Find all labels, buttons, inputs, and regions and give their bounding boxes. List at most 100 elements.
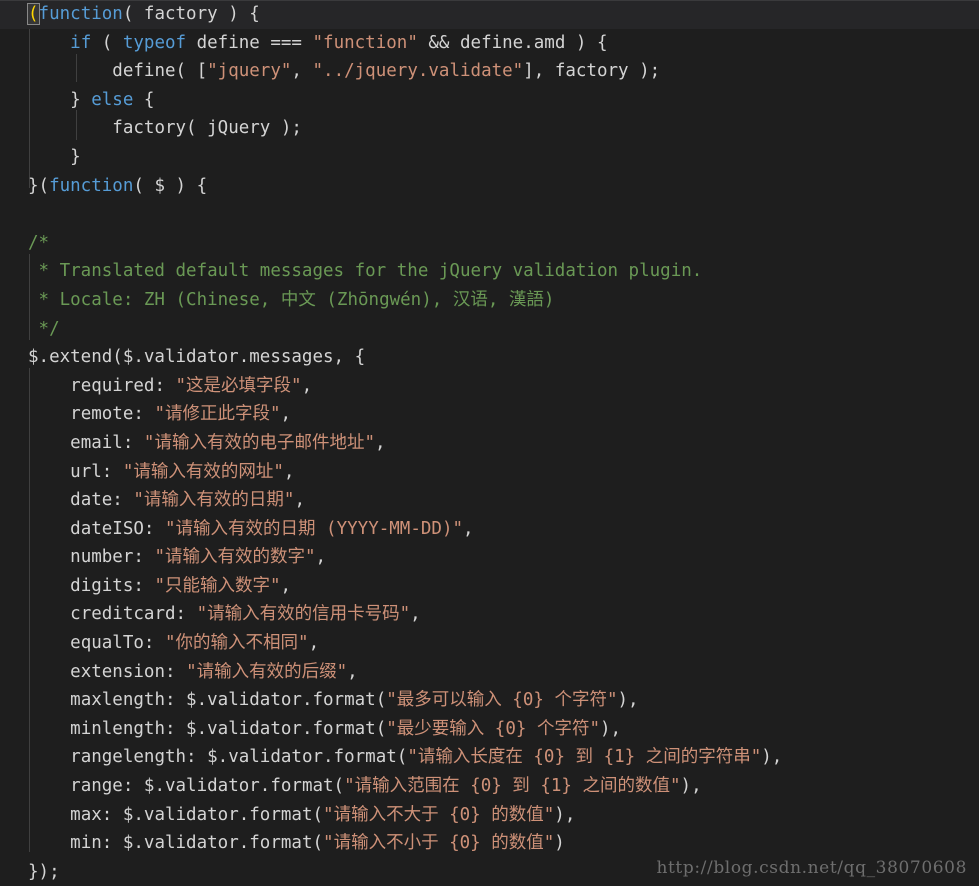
code-line-8-blank[interactable]	[0, 200, 979, 229]
token-max-value: "请输入不大于 {0} 的数值"	[323, 804, 555, 825]
token-typeof-keyword: typeof	[122, 32, 187, 53]
code-line-4[interactable]: } else {	[0, 86, 979, 115]
token-range-value: "请输入范围在 {0} 到 {1} 之间的数值"	[344, 776, 681, 797]
token-line2-b: define ===	[186, 32, 313, 53]
code-line-number[interactable]: number: "请输入有效的数字",	[0, 543, 979, 572]
token-min-value: "请输入不小于 {0} 的数值"	[323, 833, 555, 854]
token-email-value: "请输入有效的电子邮件地址"	[143, 432, 375, 453]
code-line-maxlength[interactable]: maxlength: $.validator.format("最多可以输入 {0…	[0, 686, 979, 715]
code-line-dateiso[interactable]: dateISO: "请输入有效的日期 (YYYY-MM-DD)",	[0, 515, 979, 544]
token-dateiso-comma: ,	[463, 518, 474, 539]
token-line5: factory( jQuery );	[112, 118, 302, 139]
code-line-6[interactable]: }	[0, 143, 979, 172]
code-line-rangelength[interactable]: rangelength: $.validator.format("请输入长度在 …	[0, 743, 979, 772]
token-dateiso-key: dateISO:	[70, 518, 165, 539]
code-line-url[interactable]: url: "请输入有效的网址",	[0, 458, 979, 487]
token-extend-call: $.extend($.validator.messages, {	[28, 347, 366, 368]
token-line1-rest: ( factory ) {	[122, 4, 260, 24]
token-line2-c: && define.amd ) {	[417, 32, 608, 53]
token-creditcard-value: "请输入有效的信用卡号码"	[196, 604, 411, 625]
token-minlength-key: minlength: $.validator.format(	[70, 718, 387, 739]
code-line-10[interactable]: * Translated default messages for the jQ…	[0, 257, 979, 286]
token-line6: }	[70, 146, 81, 167]
token-maxlength-close: ),	[617, 690, 639, 711]
code-line-max[interactable]: max: $.validator.format("请输入不大于 {0} 的数值"…	[0, 801, 979, 830]
code-line-date[interactable]: date: "请输入有效的日期",	[0, 486, 979, 515]
token-creditcard-comma: ,	[410, 604, 421, 625]
code-line-7[interactable]: }(function( $ ) {	[0, 172, 979, 201]
code-line-11[interactable]: * Locale: ZH (Chinese, 中文 (Zhōngwén), 汉语…	[0, 286, 979, 315]
token-digits-key: digits:	[70, 575, 155, 596]
code-line-creditcard[interactable]: creditcard: "请输入有效的信用卡号码",	[0, 600, 979, 629]
token-remote-value: "请修正此字段"	[154, 404, 281, 425]
token-max-close: ),	[554, 804, 576, 825]
code-line-equalto[interactable]: equalTo: "你的输入不相同",	[0, 629, 979, 658]
token-minlength-value: "最少要输入 {0} 个字符"	[386, 718, 600, 739]
code-editor[interactable]: (function( factory ) { if ( typeof defin…	[0, 0, 979, 886]
token-number-key: number:	[70, 547, 155, 568]
token-dateiso-value: "请输入有效的日期 (YYYY-MM-DD)"	[164, 518, 464, 539]
code-line-13[interactable]: $.extend($.validator.messages, {	[0, 343, 979, 372]
token-extension-comma: ,	[347, 661, 358, 682]
token-email-comma: ,	[375, 432, 386, 453]
token-range-key: range: $.validator.format(	[70, 776, 345, 797]
code-line-range[interactable]: range: $.validator.format("请输入范围在 {0} 到 …	[0, 772, 979, 801]
code-line-12[interactable]: */	[0, 315, 979, 344]
code-line-minlength[interactable]: minlength: $.validator.format("最少要输入 {0}…	[0, 715, 979, 744]
token-jquery-string: "jquery"	[207, 61, 292, 82]
token-line7-a: }(	[28, 175, 50, 196]
token-rangelength-close: ),	[761, 747, 783, 768]
token-url-value: "请输入有效的网址"	[122, 461, 284, 482]
code-line-email[interactable]: email: "请输入有效的电子邮件地址",	[0, 429, 979, 458]
code-line-2[interactable]: if ( typeof define === "function" && def…	[0, 29, 979, 58]
token-comment-locale: * Locale: ZH (Chinese, 中文 (Zhōngwén), 汉语…	[28, 289, 555, 310]
code-line-required[interactable]: required: "这是必填字段",	[0, 372, 979, 401]
token-equalto-key: equalTo:	[70, 633, 165, 654]
code-lines[interactable]: (function( factory ) { if ( typeof defin…	[0, 0, 979, 886]
token-date-key: date:	[70, 490, 134, 511]
token-date-value: "请输入有效的日期"	[133, 490, 295, 511]
token-comment-close: */	[28, 318, 60, 339]
watermark-url: http://blog.csdn.net/qq_38070608	[656, 858, 967, 878]
token-line3-a: define( [	[112, 61, 208, 82]
token-min-close: )	[554, 833, 565, 854]
token-open-paren: (	[27, 3, 40, 25]
token-digits-comma: ,	[280, 575, 292, 596]
token-line7-b: ( $ ) {	[133, 175, 208, 196]
code-line-3[interactable]: define( ["jquery", "../jquery.validate"]…	[0, 57, 979, 86]
token-extension-value: "请输入有效的后缀"	[186, 661, 348, 682]
token-function-keyword-2: function	[49, 175, 134, 196]
token-validate-path-string: "../jquery.validate"	[312, 61, 524, 82]
code-line-5[interactable]: factory( jQuery );	[0, 114, 979, 143]
token-equalto-comma: ,	[308, 633, 320, 654]
token-required-comma: ,	[301, 375, 313, 396]
code-line-remote[interactable]: remote: "请修正此字段",	[0, 400, 979, 429]
token-min-key: min: $.validator.format(	[70, 833, 324, 854]
token-date-comma: ,	[294, 490, 305, 511]
token-required-key: required:	[70, 375, 176, 396]
token-line3-c: ], factory );	[523, 61, 661, 82]
token-required-value: "这是必填字段"	[175, 375, 302, 396]
token-number-value: "请输入有效的数字"	[154, 547, 316, 568]
code-line-9[interactable]: /*	[0, 229, 979, 258]
token-remote-comma: ,	[280, 404, 292, 425]
token-extension-key: extension:	[70, 661, 187, 682]
token-end: });	[28, 861, 60, 882]
token-line4-a: }	[70, 89, 92, 110]
token-line3-b: ,	[291, 61, 313, 82]
code-line-min[interactable]: min: $.validator.format("请输入不小于 {0} 的数值"…	[0, 829, 979, 858]
token-url-key: url:	[70, 461, 123, 482]
token-maxlength-key: maxlength: $.validator.format(	[70, 690, 387, 711]
code-line-extension[interactable]: extension: "请输入有效的后缀",	[0, 658, 979, 687]
code-line-digits[interactable]: digits: "只能输入数字",	[0, 572, 979, 601]
token-line4-b: {	[133, 89, 155, 110]
code-line-1[interactable]: (function( factory ) {	[0, 0, 979, 29]
token-comment-open: /*	[28, 232, 50, 253]
token-max-key: max: $.validator.format(	[70, 804, 324, 825]
token-number-comma: ,	[315, 547, 327, 568]
token-function-string: "function"	[312, 32, 418, 53]
token-digits-value: "只能输入数字"	[154, 575, 281, 596]
token-url-comma: ,	[283, 461, 295, 482]
token-if-keyword: if	[70, 32, 92, 53]
token-email-key: email:	[70, 432, 144, 453]
